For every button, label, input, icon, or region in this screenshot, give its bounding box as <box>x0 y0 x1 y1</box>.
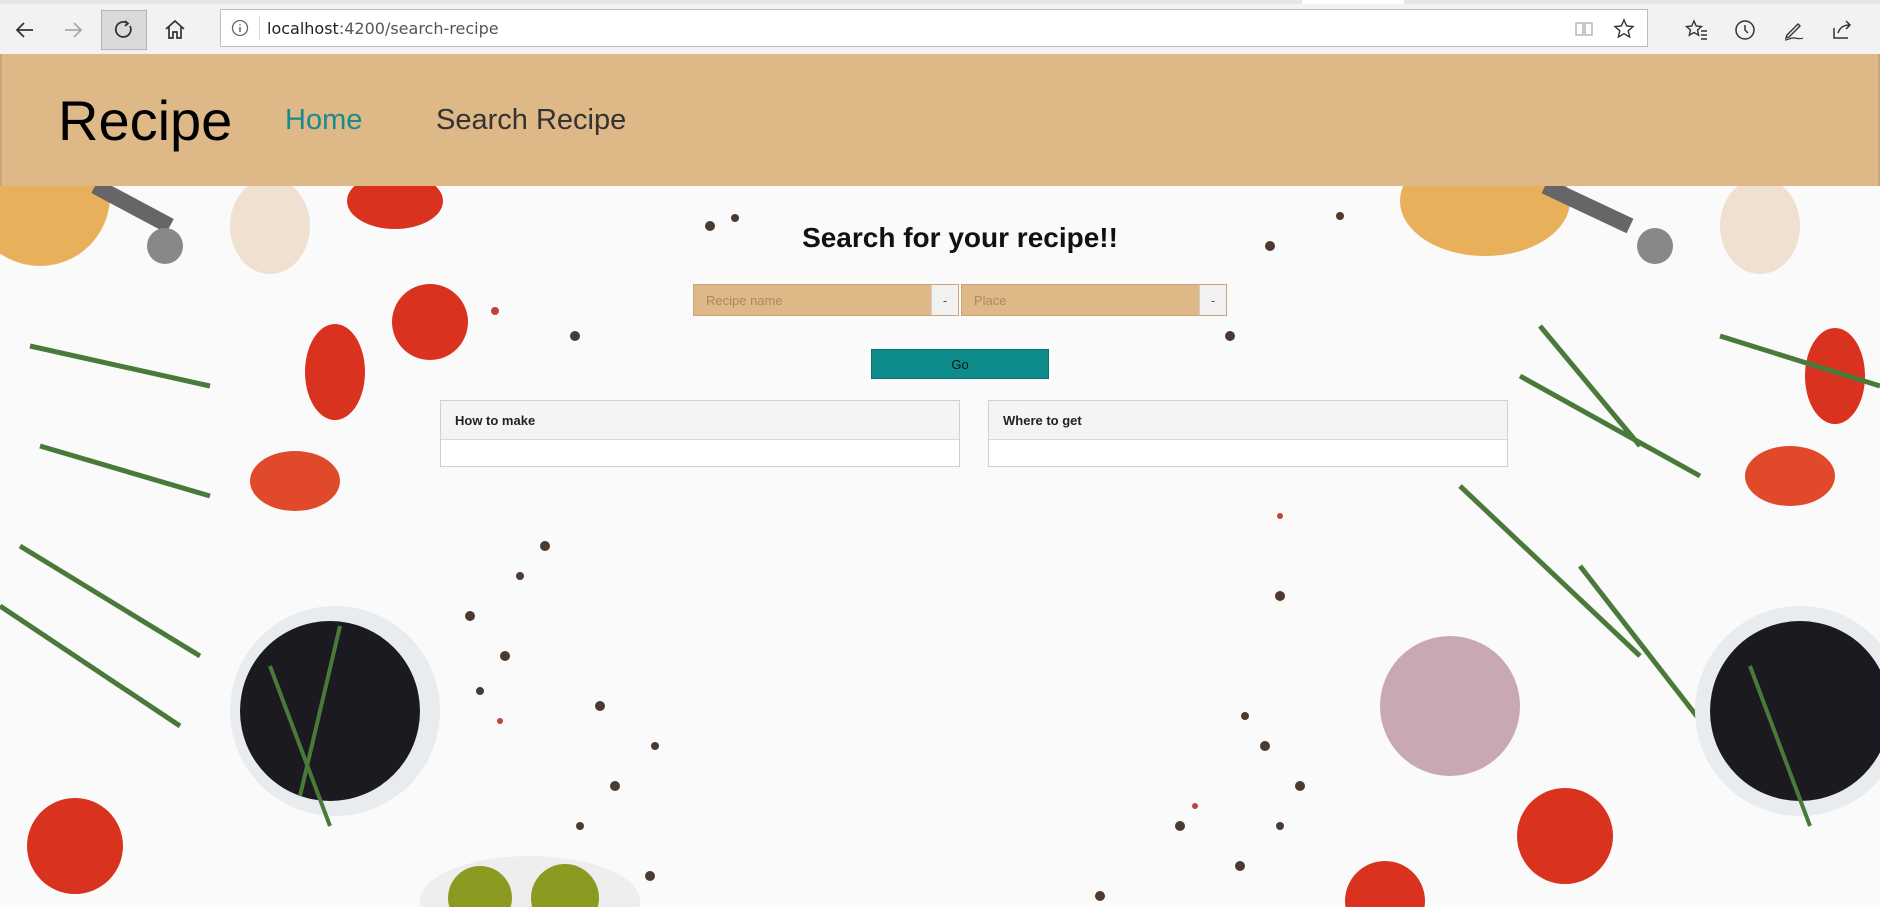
how-to-make-header: How to make <box>441 401 959 440</box>
where-to-get-header: Where to get <box>989 401 1507 440</box>
reading-view-icon[interactable] <box>1571 16 1597 42</box>
history-icon[interactable] <box>1727 12 1763 48</box>
active-tab[interactable] <box>1302 0 1404 4</box>
browser-toolbar: localhost:4200/search-recipe <box>0 0 1880 55</box>
arrow-right-icon <box>65 22 83 38</box>
how-to-make-card: How to make <box>440 400 960 467</box>
url-path: :4200/search-recipe <box>338 19 499 38</box>
brand-logo[interactable]: Recipe <box>58 88 232 153</box>
app-header: Recipe Home Search Recipe <box>0 54 1880 186</box>
home-button[interactable] <box>152 10 198 50</box>
refresh-button[interactable] <box>101 10 147 50</box>
where-to-get-card: Where to get <box>988 400 1508 467</box>
place-addon: - <box>1199 285 1226 315</box>
place-field: - <box>961 284 1227 316</box>
favorite-star-icon[interactable] <box>1611 16 1637 42</box>
address-divider <box>259 16 260 40</box>
info-icon[interactable] <box>231 19 249 42</box>
recipe-name-field: - <box>693 284 959 316</box>
recipe-name-input[interactable] <box>694 285 932 315</box>
nav-link-home[interactable]: Home <box>285 104 362 137</box>
nav-link-search-recipe[interactable]: Search Recipe <box>436 104 626 137</box>
page-title: Search for your recipe!! <box>802 222 1118 253</box>
back-button[interactable] <box>2 10 48 50</box>
favorites-icon[interactable] <box>1678 12 1714 48</box>
pen-notes-icon[interactable] <box>1776 12 1812 48</box>
place-input[interactable] <box>962 285 1200 315</box>
address-bar[interactable]: localhost:4200/search-recipe <box>220 9 1648 47</box>
home-icon <box>165 19 185 39</box>
tab-strip <box>0 0 1880 4</box>
go-button[interactable]: Go <box>871 349 1049 379</box>
url-text[interactable]: localhost:4200/search-recipe <box>267 19 499 38</box>
url-host: localhost <box>267 19 339 38</box>
forward-button[interactable] <box>50 10 96 50</box>
recipe-name-addon: - <box>931 285 958 315</box>
refresh-icon <box>114 20 132 38</box>
arrow-left-icon <box>15 22 33 38</box>
share-icon[interactable] <box>1824 12 1860 48</box>
